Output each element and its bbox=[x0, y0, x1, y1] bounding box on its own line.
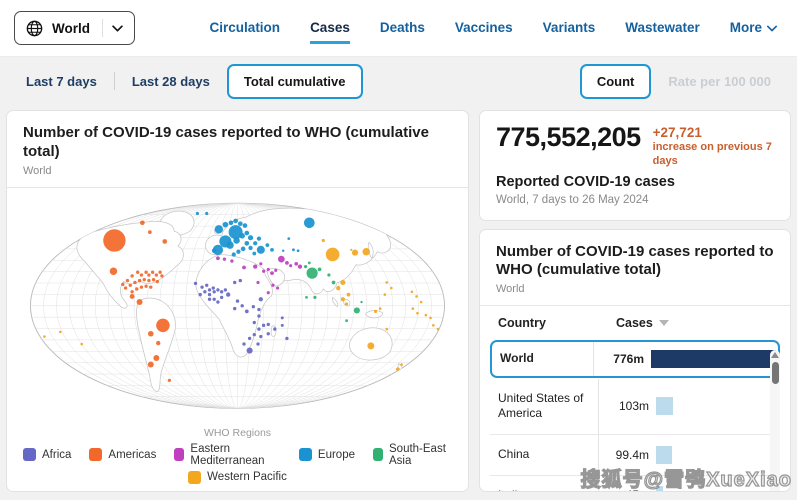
chevron-down-icon bbox=[767, 20, 777, 35]
cases-delta-value: +27,721 bbox=[652, 125, 702, 140]
cases-cell: 776m bbox=[593, 342, 778, 376]
top-nav: Circulation Cases Deaths Vaccines Variants Wa… bbox=[210, 12, 783, 44]
nav-item-circulation[interactable]: Circulation bbox=[210, 12, 281, 44]
legend-row-1: Africa Americas Eastern Mediterranean Europ… bbox=[23, 443, 452, 467]
nav-item-label: More bbox=[729, 20, 762, 35]
option-rate-per-100-000[interactable]: Rate per 100 000 bbox=[651, 64, 788, 99]
nav-item-label: Circulation bbox=[209, 20, 281, 35]
map-card-divider bbox=[7, 186, 468, 188]
option-total-cumulative[interactable]: Total cumulative bbox=[226, 63, 363, 99]
country-cell: India bbox=[490, 476, 598, 491]
table-scrollbar[interactable] bbox=[770, 350, 780, 491]
map-card-title: Number of COVID-19 cases reported to WHO… bbox=[23, 124, 429, 160]
legend-label: Eastern Mediterranean bbox=[190, 442, 265, 467]
option-last-28-days[interactable]: Last 28 days bbox=[115, 64, 227, 99]
legend-item-western-pacific[interactable]: Western Pacific bbox=[188, 470, 287, 484]
country-cell: World bbox=[500, 351, 534, 366]
total-cases-value: 775,552,205 bbox=[496, 122, 641, 152]
nav-item-vaccines[interactable]: Vaccines bbox=[455, 12, 513, 44]
legend-label: South-East Asia bbox=[389, 442, 446, 467]
cases-cell: 103m bbox=[598, 378, 780, 434]
map-legend: WHO Regions Africa Americas Eastern Medite… bbox=[23, 427, 452, 488]
table-header-row: Country Cases bbox=[490, 306, 780, 339]
cases-value: 45m bbox=[607, 488, 649, 491]
table-rows: World 776m United States of America 103m Chi… bbox=[490, 340, 780, 491]
cases-value: 776m bbox=[613, 351, 644, 366]
legend-swatch bbox=[373, 448, 383, 462]
region-selector-label: World bbox=[52, 20, 90, 36]
cases-value: 99.4m bbox=[615, 447, 649, 462]
legend-swatch bbox=[23, 448, 36, 462]
table-card-subtitle: World bbox=[496, 283, 525, 296]
scroll-up-arrow-icon[interactable] bbox=[771, 352, 779, 359]
sort-descending-icon bbox=[658, 320, 669, 327]
cases-bar bbox=[651, 349, 776, 368]
table-row-world[interactable]: World 776m bbox=[490, 340, 780, 378]
option-last-7-days[interactable]: Last 7 days bbox=[9, 64, 114, 99]
legend-item-americas[interactable]: Americas bbox=[89, 443, 156, 467]
cases-cell: 45m bbox=[598, 475, 780, 491]
legend-label: Americas bbox=[108, 448, 157, 461]
metric-mode-group: Count Rate per 100 000 bbox=[579, 63, 788, 99]
country-cell: China bbox=[498, 446, 530, 461]
legend-label: Western Pacific bbox=[207, 471, 287, 484]
nav-item-variants[interactable]: Variants bbox=[543, 12, 596, 44]
column-header-cases[interactable]: Cases bbox=[606, 316, 669, 330]
legend-title: WHO Regions bbox=[203, 426, 272, 439]
nav-item-label: Wastewater bbox=[625, 20, 700, 35]
nav-item-label: Vaccines bbox=[454, 20, 513, 35]
country-cases-table: Country Cases World 776m United States of … bbox=[490, 306, 780, 491]
cases-delta-caption: increase on previous 7 days bbox=[652, 141, 772, 167]
table-row-india[interactable]: India 45m bbox=[490, 475, 780, 491]
region-selector-divider bbox=[102, 19, 103, 37]
cases-bar bbox=[656, 445, 672, 464]
globe-icon bbox=[26, 20, 43, 37]
legend-label: Europe bbox=[317, 448, 355, 461]
column-header-country[interactable]: Country bbox=[498, 316, 606, 330]
map-card: Number of COVID-19 cases reported to WHO… bbox=[6, 110, 469, 492]
stats-card: 775,552,205 +27,721 increase on previous… bbox=[479, 110, 791, 221]
legend-row-2: Western Pacific bbox=[23, 470, 452, 484]
map-card-subtitle: World bbox=[23, 164, 52, 177]
world-map-svg bbox=[30, 202, 445, 409]
time-range-group: Last 7 days Last 28 days Total cumulative bbox=[9, 63, 363, 99]
cases-cell: 99.4m bbox=[598, 434, 780, 475]
column-header-cases-label: Cases bbox=[616, 316, 653, 331]
legend-item-eastern-mediterranean[interactable]: Eastern Mediterranean bbox=[174, 443, 281, 467]
main-content: Number of COVID-19 cases reported to WHO… bbox=[0, 105, 797, 500]
nav-item-wastewater[interactable]: Wastewater bbox=[625, 12, 700, 44]
country-cell: United States of America bbox=[498, 390, 584, 421]
legend-swatch bbox=[174, 448, 185, 462]
world-bubble-map[interactable] bbox=[23, 192, 452, 425]
table-row-china[interactable]: China 99.4m bbox=[490, 434, 780, 476]
legend-swatch bbox=[188, 470, 202, 484]
scrollbar-thumb[interactable] bbox=[771, 362, 779, 385]
nav-item-label: Variants bbox=[542, 20, 596, 35]
nav-item-label: Cases bbox=[310, 20, 350, 35]
table-row-united-states-of-america[interactable]: United States of America 103m bbox=[490, 378, 780, 435]
nav-item-more[interactable]: More bbox=[730, 12, 777, 44]
filter-bar: Last 7 days Last 28 days Total cumulative … bbox=[0, 57, 797, 105]
table-card: Number of COVID-19 cases reported to WHO… bbox=[479, 228, 791, 492]
cases-bar bbox=[656, 397, 673, 416]
region-selector-button[interactable]: World bbox=[14, 11, 135, 45]
cases-value: 103m bbox=[618, 399, 649, 414]
stats-period: World, 7 days to 26 May 2024 bbox=[496, 193, 649, 206]
nav-item-cases[interactable]: Cases bbox=[310, 12, 350, 44]
legend-swatch bbox=[298, 448, 312, 462]
legend-swatch bbox=[89, 448, 103, 462]
nav-item-deaths[interactable]: Deaths bbox=[380, 12, 425, 44]
table-card-title: Number of COVID-19 cases reported to WHO… bbox=[496, 242, 774, 279]
legend-item-south-east-asia[interactable]: South-East Asia bbox=[373, 443, 452, 467]
legend-item-africa[interactable]: Africa bbox=[23, 443, 71, 467]
legend-item-europe[interactable]: Europe bbox=[298, 443, 355, 467]
top-bar: World Circulation Cases Deaths Vaccines Vari… bbox=[0, 0, 797, 57]
option-count[interactable]: Count bbox=[579, 63, 652, 99]
legend-label: Africa bbox=[42, 448, 72, 461]
right-column: 775,552,205 +27,721 increase on previous… bbox=[479, 110, 791, 492]
chevron-down-icon bbox=[112, 24, 123, 32]
nav-item-label: Deaths bbox=[379, 20, 425, 35]
cases-bar bbox=[656, 486, 664, 491]
stats-label: Reported COVID-19 cases bbox=[496, 173, 675, 190]
